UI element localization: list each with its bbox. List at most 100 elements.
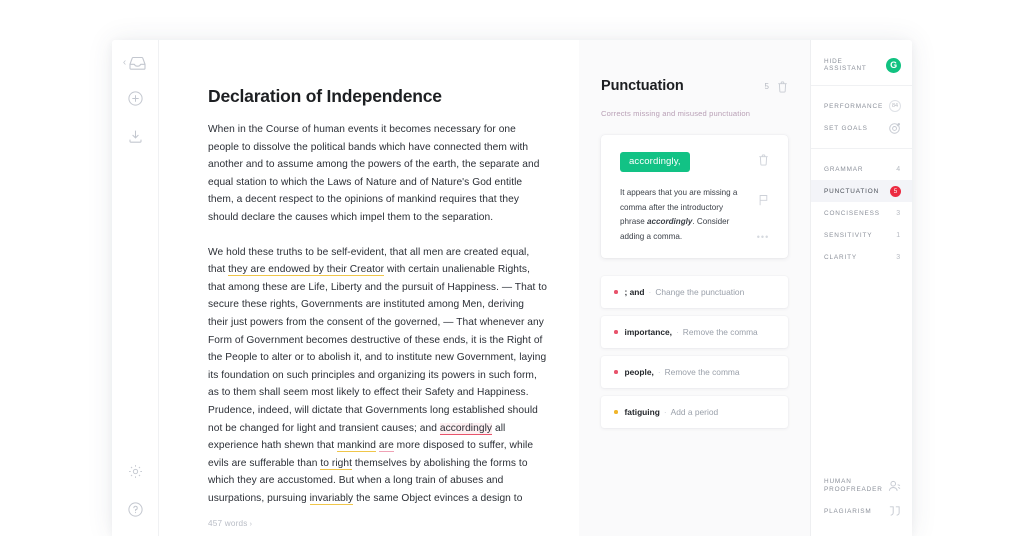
document-pane[interactable]: Declaration of Independence When in the … bbox=[159, 40, 579, 536]
assistant-category-row[interactable]: Sensitivity 1 bbox=[811, 224, 912, 246]
text-run: When in the Course of human events it be… bbox=[208, 124, 540, 223]
word-count-chevron-icon: › bbox=[249, 521, 253, 528]
human-proofreader-row[interactable]: Human Proofreader bbox=[811, 472, 912, 500]
suggestion-action-label: Add a period bbox=[670, 407, 719, 417]
suggestions-subtitle: Corrects missing and misused punctuation bbox=[601, 109, 751, 118]
suggestion-explanation: It appears that you are missing a comma … bbox=[620, 186, 746, 244]
suggestions-header: Punctuation 5 bbox=[601, 78, 788, 98]
suggestion-action-label: Remove the comma bbox=[664, 367, 740, 377]
download-button[interactable] bbox=[122, 123, 148, 149]
text-run: the same Object evinces a design to bbox=[353, 492, 523, 504]
human-proofreader-label: Human Proofreader bbox=[824, 477, 883, 494]
category-count-badge: 5 bbox=[890, 185, 901, 197]
suggestion-card[interactable]: accordingly, It appears that you are mis… bbox=[601, 135, 788, 258]
left-rail: ‹ bbox=[112, 40, 159, 536]
suggestion-word: importance, bbox=[624, 327, 672, 337]
suggestion-bullet-icon bbox=[614, 370, 618, 374]
add-new-button[interactable] bbox=[122, 85, 148, 111]
card-trash-button[interactable] bbox=[758, 153, 769, 171]
category-label: Conciseness bbox=[824, 209, 880, 217]
assistant-sidebar: Hide Assistant G Performance 84 Set Goal… bbox=[810, 40, 912, 536]
suggestion-card-actions: ••• bbox=[754, 151, 772, 244]
card-more-button[interactable]: ••• bbox=[757, 232, 769, 242]
trash-icon bbox=[777, 80, 788, 97]
hide-assistant-button[interactable]: Hide Assistant G bbox=[811, 54, 912, 76]
document-paragraph: We hold these truths to be self-evident,… bbox=[208, 244, 547, 508]
settings-gear-icon bbox=[128, 464, 143, 479]
inbox-icon bbox=[127, 53, 147, 73]
assistant-category-row[interactable]: Grammar 4 bbox=[811, 158, 912, 180]
suggestion-word: ; and bbox=[624, 287, 645, 297]
suggestion-separator: · bbox=[675, 327, 679, 337]
suggestion-list-item[interactable]: ; and · Change the punctuation bbox=[601, 276, 788, 308]
target-icon bbox=[889, 122, 901, 134]
word-count-value: 457 words bbox=[208, 519, 248, 528]
set-goals-row[interactable]: Set Goals bbox=[811, 117, 912, 139]
category-label: Punctuation bbox=[824, 187, 880, 195]
page-title: Declaration of Independence bbox=[208, 86, 442, 106]
suggestions-pane: Punctuation 5 Corrects missing and misus… bbox=[579, 40, 810, 536]
suggestion-bullet-icon bbox=[614, 290, 618, 294]
category-count: 4 bbox=[896, 165, 901, 173]
suggestion-separator: · bbox=[657, 367, 661, 377]
flag-icon bbox=[758, 193, 769, 210]
suggestions-count: 5 bbox=[764, 82, 769, 91]
category-label: Sensitivity bbox=[824, 231, 873, 239]
category-count: 3 bbox=[896, 253, 901, 261]
trash-icon bbox=[758, 153, 769, 170]
performance-row[interactable]: Performance 84 bbox=[811, 95, 912, 117]
suggestion-list-item[interactable]: fatiguing · Add a period bbox=[601, 396, 788, 428]
card-flag-button[interactable] bbox=[758, 193, 769, 211]
hide-assistant-label: Hide Assistant bbox=[824, 58, 867, 72]
document-paragraph: When in the Course of human events it be… bbox=[208, 121, 547, 227]
suggestion-bullet-icon bbox=[614, 330, 618, 334]
suggestion-replacement-chip[interactable]: accordingly, bbox=[620, 152, 690, 172]
app-window: ‹ Declaration of Independence When in th… bbox=[112, 40, 912, 536]
inbox-button[interactable]: ‹ bbox=[123, 53, 147, 73]
category-label: Clarity bbox=[824, 253, 857, 261]
assistant-category-row[interactable]: Conciseness 3 bbox=[811, 202, 912, 224]
assistant-category-row[interactable]: Clarity 3 bbox=[811, 246, 912, 268]
highlighted-text-yellow[interactable]: they are endowed by their Creator bbox=[228, 264, 385, 277]
plus-circle-icon bbox=[127, 90, 143, 106]
divider bbox=[811, 85, 912, 86]
settings-button[interactable] bbox=[122, 458, 148, 484]
assistant-category-row[interactable]: Punctuation 5 bbox=[811, 180, 912, 202]
highlighted-text-red[interactable]: accordingly bbox=[439, 422, 493, 435]
question-circle-icon bbox=[127, 501, 143, 517]
highlighted-text-yellow[interactable]: to right bbox=[320, 457, 352, 470]
suggestion-list: ; and · Change the punctuation importance, ·… bbox=[601, 276, 788, 428]
word-count[interactable]: 457 words › bbox=[208, 519, 252, 528]
assistant-categories: Grammar 4 Punctuation 5 Conciseness 3 Sensitiv… bbox=[811, 158, 912, 268]
highlighted-text-yellow[interactable]: invariably bbox=[309, 492, 354, 505]
suggestion-list-item[interactable]: importance, · Remove the comma bbox=[601, 316, 788, 348]
plagiarism-row[interactable]: Plagiarism bbox=[811, 500, 912, 522]
highlighted-text-pink[interactable]: are bbox=[378, 440, 394, 453]
category-count: 1 bbox=[896, 231, 901, 239]
divider bbox=[811, 148, 912, 149]
category-label: Grammar bbox=[824, 165, 864, 173]
grammarly-logo-icon: G bbox=[886, 57, 901, 73]
download-icon bbox=[128, 129, 143, 144]
document-body[interactable]: When in the Course of human events it be… bbox=[208, 121, 547, 507]
help-button[interactable] bbox=[122, 496, 148, 522]
suggestion-list-item[interactable]: people, · Remove the comma bbox=[601, 356, 788, 388]
suggestion-word: fatiguing bbox=[624, 407, 660, 417]
explanation-term: accordingly bbox=[647, 217, 693, 226]
plagiarism-label: Plagiarism bbox=[824, 507, 872, 515]
category-count: 3 bbox=[896, 209, 901, 217]
set-goals-label: Set Goals bbox=[824, 124, 868, 132]
performance-score-badge: 84 bbox=[889, 100, 901, 112]
performance-label: Performance bbox=[824, 102, 884, 110]
suggestion-word: people, bbox=[624, 367, 654, 377]
suggestion-bullet-icon bbox=[614, 410, 618, 414]
text-run: with certain unalienable Rights, that am… bbox=[208, 264, 547, 434]
highlighted-text-yellow[interactable]: mankind bbox=[337, 440, 376, 453]
suggestion-action-label: Remove the comma bbox=[682, 327, 758, 337]
suggestion-separator: · bbox=[663, 407, 667, 417]
dismiss-all-button[interactable] bbox=[777, 80, 788, 98]
back-chevron-icon: ‹ bbox=[122, 57, 127, 68]
quote-icon bbox=[888, 505, 901, 517]
suggestion-separator: · bbox=[648, 287, 652, 297]
person-icon bbox=[888, 480, 901, 492]
